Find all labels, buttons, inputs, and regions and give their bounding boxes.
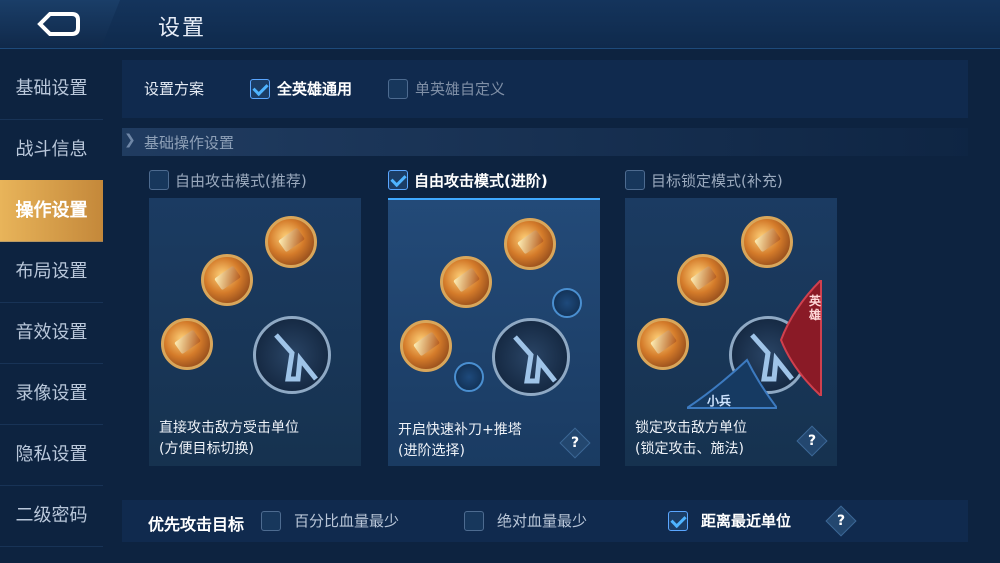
basic-attack-icon — [253, 316, 331, 394]
help-button[interactable]: ? — [825, 505, 857, 537]
skill-1-icon — [637, 318, 689, 370]
page-title: 设置 — [158, 16, 207, 41]
sidebar-item-secondary-password[interactable]: 二级密码 — [0, 485, 103, 547]
sidebar: 基础设置 战斗信息 操作设置 布局设置 音效设置 录像设置 隐私设置 二级密码 — [0, 58, 103, 563]
sidebar-item-controls[interactable]: 操作设置 — [0, 180, 103, 242]
sidebar-item-battle-info[interactable]: 战斗信息 — [0, 119, 103, 181]
mode-free-advanced-checkbox[interactable] — [388, 170, 408, 190]
back-arrow-icon — [37, 12, 80, 36]
mode-free-recommended-title[interactable]: 自由攻击模式(推荐) — [175, 170, 307, 191]
help-button[interactable]: ? — [559, 427, 591, 459]
mode-desc: 锁定攻击敌方单位 (锁定攻击、施法) — [635, 420, 747, 457]
priority-target-label: 优先攻击目标 — [148, 515, 245, 534]
scheme-row: 设置方案 全英雄通用 单英雄自定义 — [122, 60, 968, 118]
lowest-hp-percent-checkbox[interactable] — [261, 511, 281, 531]
main-panel: 设置方案 全英雄通用 单英雄自定义 ❯ 基础操作设置 自由攻击模式(推荐) 直接… — [112, 48, 1000, 563]
skill-1-icon — [400, 320, 452, 372]
mode-card-target-lock[interactable]: 英 雄 小兵 锁定攻击敌方单位 (锁定攻击、施法) ? — [625, 198, 837, 466]
skill-2-icon — [201, 254, 253, 306]
skill-3-icon — [741, 216, 793, 268]
lowest-hp-percent-label[interactable]: 百分比血量最少 — [294, 510, 399, 531]
top-bar: 设置 — [0, 0, 1000, 49]
section-header: ❯ 基础操作设置 — [122, 128, 968, 156]
last-hit-icon — [454, 362, 484, 392]
mode-target-lock-title[interactable]: 目标锁定模式(补充) — [651, 170, 783, 191]
single-hero-label[interactable]: 单英雄自定义 — [415, 78, 505, 99]
sidebar-item-recording[interactable]: 录像设置 — [0, 363, 103, 425]
skill-1-icon — [161, 318, 213, 370]
lowest-hp-absolute-label[interactable]: 绝对血量最少 — [497, 510, 587, 531]
nearest-unit-label[interactable]: 距离最近单位 — [701, 510, 791, 531]
help-button[interactable]: ? — [796, 425, 828, 457]
minion-lock-tab-icon — [687, 358, 777, 409]
skill-2-icon — [677, 254, 729, 306]
skill-3-icon — [265, 216, 317, 268]
lowest-hp-absolute-checkbox[interactable] — [464, 511, 484, 531]
hero-tag: 英 雄 — [809, 294, 822, 322]
basic-attack-icon — [492, 318, 570, 396]
sidebar-item-basic[interactable]: 基础设置 — [0, 58, 103, 120]
mode-card-free-advanced[interactable]: 开启快速补刀+推塔 (进阶选择) ? — [388, 198, 600, 466]
sidebar-item-layout[interactable]: 布局设置 — [0, 241, 103, 303]
mode-desc: 开启快速补刀+推塔 (进阶选择) — [398, 422, 522, 459]
back-button[interactable] — [0, 0, 120, 48]
mode-free-recommended-checkbox[interactable] — [149, 170, 169, 190]
single-hero-checkbox[interactable] — [388, 79, 408, 99]
mode-free-advanced-title[interactable]: 自由攻击模式(进阶) — [414, 170, 548, 191]
all-heroes-checkbox[interactable] — [250, 79, 270, 99]
skill-3-icon — [504, 218, 556, 270]
sidebar-item-sound[interactable]: 音效设置 — [0, 302, 103, 364]
mode-target-lock-checkbox[interactable] — [625, 170, 645, 190]
tower-attack-icon — [552, 288, 582, 318]
nearest-unit-checkbox[interactable] — [668, 511, 688, 531]
section-title: 基础操作设置 — [144, 134, 235, 152]
all-heroes-label[interactable]: 全英雄通用 — [277, 78, 352, 99]
mode-card-free-recommended[interactable]: 直接攻击敌方受击单位 (方便目标切换) — [149, 198, 361, 466]
scheme-label: 设置方案 — [144, 80, 205, 98]
sidebar-item-privacy[interactable]: 隐私设置 — [0, 424, 103, 486]
chevron-right-icon: ❯ — [124, 132, 136, 148]
minion-tag: 小兵 — [707, 394, 732, 408]
priority-target-row: 优先攻击目标 百分比血量最少 绝对血量最少 距离最近单位 ? — [122, 500, 968, 542]
skill-2-icon — [440, 256, 492, 308]
mode-desc: 直接攻击敌方受击单位 (方便目标切换) — [159, 420, 299, 457]
